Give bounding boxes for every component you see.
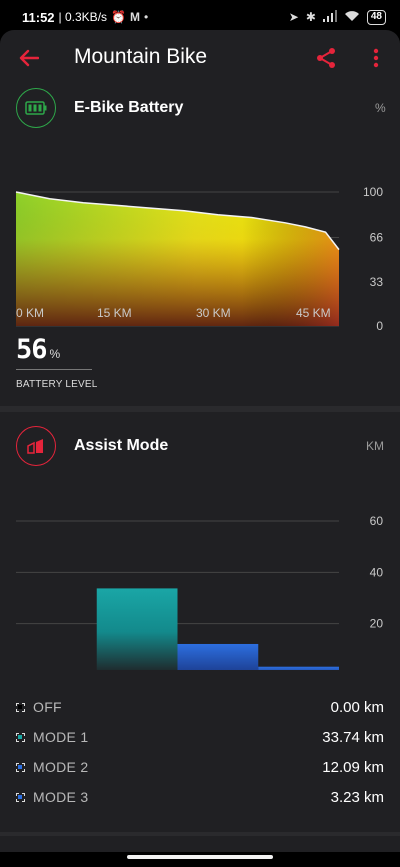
legend-name: MODE 3 bbox=[33, 789, 89, 805]
battery-level-label: BATTERY LEVEL bbox=[16, 379, 98, 390]
gmail-icon: M bbox=[129, 10, 140, 24]
assist-bar bbox=[177, 643, 259, 670]
battery-section-title: E-Bike Battery bbox=[74, 99, 184, 116]
battery-section-icon bbox=[16, 88, 56, 128]
assist-section-title: Assist Mode bbox=[74, 437, 169, 454]
legend-swatch bbox=[16, 702, 25, 712]
section-divider bbox=[0, 406, 400, 412]
bluetooth-icon: ✱ bbox=[305, 10, 316, 24]
assist-unit-label: KM bbox=[366, 439, 384, 453]
battery-unit-label: % bbox=[375, 101, 386, 115]
battery-y-tick: 100 bbox=[363, 185, 383, 199]
assist-y-tick: 0 bbox=[376, 668, 383, 670]
legend-swatch-fill bbox=[18, 764, 22, 769]
legend-swatch bbox=[16, 732, 25, 742]
status-time: 11:52 bbox=[22, 9, 55, 25]
share-button[interactable] bbox=[315, 44, 339, 72]
battery-status-icon: 48 bbox=[366, 9, 386, 25]
battery-x-tick: 15 KM bbox=[97, 306, 132, 320]
bottom-divider bbox=[0, 832, 400, 836]
more-vert-icon bbox=[373, 48, 379, 68]
legend-left: MODE 1 bbox=[16, 729, 88, 745]
wifi-icon bbox=[344, 10, 360, 25]
legend-name: OFF bbox=[33, 699, 62, 715]
app-screen: Mountain Bike E-Bike Battery % 100 66 33… bbox=[0, 30, 400, 852]
legend-item: OFF 0.00 km bbox=[16, 697, 384, 717]
assist-bar bbox=[258, 666, 339, 670]
legend-left: MODE 3 bbox=[16, 789, 88, 805]
assist-y-tick: 20 bbox=[370, 617, 384, 631]
legend-swatch-fill bbox=[18, 794, 22, 799]
legend-name: MODE 2 bbox=[33, 759, 89, 775]
battery-x-tick: 0 KM bbox=[16, 306, 45, 320]
legend-item: MODE 3 3.23 km bbox=[16, 787, 384, 807]
battery-y-tick: 66 bbox=[370, 231, 384, 245]
legend-swatch bbox=[16, 792, 25, 802]
toolbar: Mountain Bike bbox=[0, 30, 400, 86]
assist-y-tick: 40 bbox=[370, 565, 384, 579]
legend-name: MODE 1 bbox=[33, 729, 89, 745]
battery-area-tint bbox=[16, 192, 339, 326]
status-left: 11:52 | 0.3KB/s ⏰ M • bbox=[22, 10, 148, 25]
more-options-button[interactable] bbox=[366, 44, 386, 72]
alarm-off-icon: ⏰ bbox=[111, 10, 126, 24]
battery-level-number: 56 bbox=[16, 334, 48, 365]
assist-y-tick: 60 bbox=[370, 514, 384, 528]
battery-level-underline bbox=[16, 369, 92, 370]
location-icon: ➤ bbox=[288, 10, 299, 24]
network-speed: | 0.3KB/s bbox=[58, 10, 108, 24]
battery-x-tick: 30 KM bbox=[196, 306, 231, 320]
battery-level-unit: % bbox=[49, 347, 61, 361]
more-notifications-icon: • bbox=[143, 10, 149, 24]
legend-left: OFF bbox=[16, 699, 62, 715]
legend-item: MODE 1 33.74 km bbox=[16, 727, 384, 747]
assist-bar bbox=[96, 588, 178, 670]
page-title: Mountain Bike bbox=[74, 45, 208, 68]
legend-value: 33.74 km bbox=[322, 728, 384, 746]
battery-level-value: 56 % bbox=[16, 334, 60, 365]
battery-x-tick: 45 KM bbox=[296, 306, 331, 320]
legend-value: 12.09 km bbox=[322, 758, 384, 776]
battery-y-tick: 0 bbox=[376, 319, 383, 330]
battery-y-tick: 33 bbox=[370, 275, 384, 289]
signal-icon bbox=[322, 9, 337, 25]
assist-chart: 60 40 20 0 bbox=[16, 514, 384, 670]
share-icon bbox=[317, 48, 335, 68]
legend-item: MODE 2 12.09 km bbox=[16, 757, 384, 777]
legend-swatch-fill bbox=[18, 704, 22, 709]
back-button[interactable] bbox=[17, 44, 41, 72]
legend-value: 0.00 km bbox=[330, 698, 384, 716]
battery-chart: 100 66 33 0 bbox=[15, 185, 384, 330]
status-bar: 11:52 | 0.3KB/s ⏰ M • ➤ ✱ 48 bbox=[0, 0, 400, 34]
legend-value: 3.23 km bbox=[330, 788, 384, 806]
battery-icon bbox=[25, 101, 47, 115]
status-right: ➤ ✱ 48 bbox=[288, 9, 386, 25]
assist-mode-icon bbox=[27, 439, 43, 454]
legend-left: MODE 2 bbox=[16, 759, 88, 775]
legend-swatch bbox=[16, 762, 25, 772]
home-indicator[interactable] bbox=[127, 855, 273, 859]
arrow-left-icon bbox=[19, 49, 39, 67]
assist-section-icon bbox=[16, 426, 56, 466]
legend-swatch-fill bbox=[18, 734, 22, 739]
